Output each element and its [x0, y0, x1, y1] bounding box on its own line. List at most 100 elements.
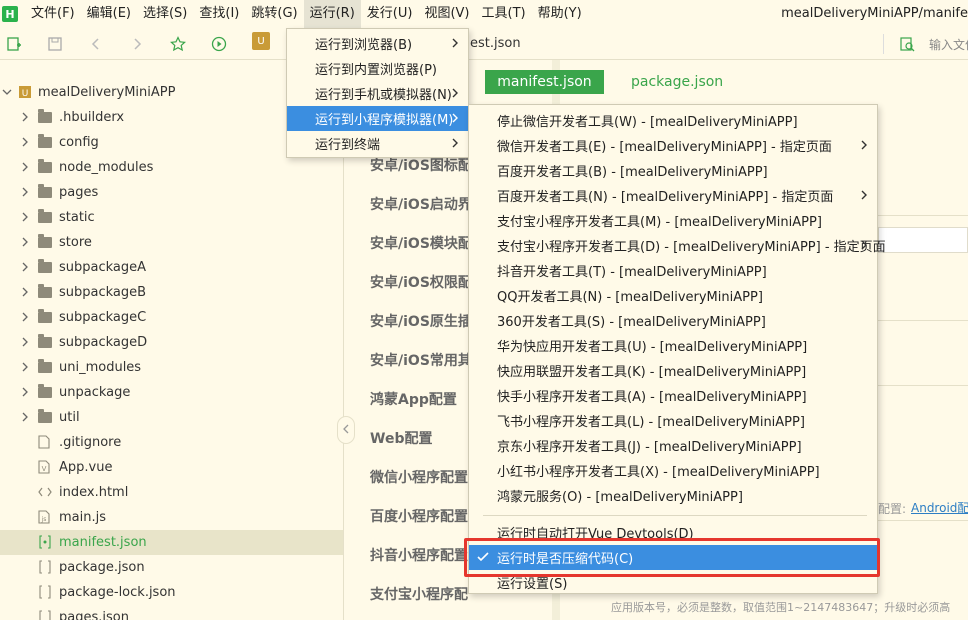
menu-find[interactable]: 查找(I) [193, 0, 245, 28]
tree-item-file[interactable]: package.json [0, 555, 343, 580]
chevron-right-icon[interactable] [20, 362, 30, 372]
menu-item-run-device[interactable]: 运行到手机或模拟器(N) [287, 81, 468, 106]
submenu-item[interactable]: 飞书小程序开发者工具(L) - [mealDeliveryMiniAPP] [469, 408, 877, 433]
tree-item-folder[interactable]: pages [0, 180, 343, 205]
editor-tab-label[interactable]: est.json [470, 36, 521, 51]
submenu-item[interactable]: 京东小程序开发者工具(J) - [mealDeliveryMiniAPP] [469, 433, 877, 458]
menu-item-run-browser[interactable]: 运行到浏览器(B) [287, 31, 468, 56]
menu-item-label: 鸿蒙元服务(O) - [mealDeliveryMiniAPP] [497, 490, 743, 505]
settings-nav-item[interactable]: 抖音小程序配置 [370, 545, 468, 565]
tree-label: util [59, 410, 80, 425]
chevron-right-icon[interactable] [20, 137, 30, 147]
menu-tools[interactable]: 工具(T) [476, 0, 532, 28]
tree-item-file[interactable]: V App.vue [0, 455, 343, 480]
submenu-item[interactable]: QQ开发者工具(N) - [mealDeliveryMiniAPP] [469, 283, 877, 308]
chevron-right-icon[interactable] [20, 212, 30, 222]
tab-package-json[interactable]: package.json [631, 74, 723, 90]
tree-item-folder[interactable]: store [0, 230, 343, 255]
tree-label: package.json [59, 560, 145, 575]
submenu-item[interactable]: 支付宝小程序开发者工具(D) - [mealDeliveryMiniAPP] -… [469, 233, 886, 258]
submenu-item[interactable]: 百度开发者工具(N) - [mealDeliveryMiniAPP] - 指定页… [469, 183, 877, 208]
chevron-right-icon[interactable] [20, 162, 30, 172]
chevron-right-icon[interactable] [20, 387, 30, 397]
submenu-item[interactable]: 快应用联盟开发者工具(K) - [mealDeliveryMiniAPP] [469, 358, 877, 383]
chevron-right-icon[interactable] [20, 262, 30, 272]
tree-item-folder[interactable]: node_modules [0, 155, 343, 180]
tree-item-folder[interactable]: unpackage [0, 380, 343, 405]
submenu-item[interactable]: 鸿蒙元服务(O) - [mealDeliveryMiniAPP] [469, 483, 877, 508]
config-input[interactable] [878, 227, 968, 253]
submenu-item[interactable]: 百度开发者工具(B) - [mealDeliveryMiniAPP] [469, 158, 877, 183]
settings-nav-item[interactable]: 支付宝小程序配 [370, 584, 468, 604]
chevron-right-icon[interactable] [20, 412, 30, 422]
menu-publish[interactable]: 发行(U) [361, 0, 419, 28]
settings-nav-item[interactable]: 安卓/iOS模块配 [370, 233, 472, 253]
settings-nav-item[interactable]: 安卓/iOS权限配 [370, 272, 472, 292]
chevron-right-icon[interactable] [20, 112, 30, 122]
settings-nav-item[interactable]: 安卓/iOS启动界 [370, 194, 472, 214]
tree-item-folder[interactable]: subpackageC [0, 305, 343, 330]
menu-view[interactable]: 视图(V) [418, 0, 475, 28]
window-title: mealDeliveryMiniAPP/manife [781, 6, 968, 21]
chevron-right-icon[interactable] [20, 312, 30, 322]
tree-item-folder[interactable]: static [0, 205, 343, 230]
settings-nav-item[interactable]: Web配置 [370, 428, 432, 448]
chevron-right-icon[interactable] [20, 187, 30, 197]
chevron-down-icon[interactable] [2, 87, 12, 97]
run-icon[interactable] [209, 34, 229, 54]
menu-item-label: 运行到终端 [315, 138, 381, 153]
settings-nav-item[interactable]: 安卓/iOS原生插 [370, 311, 472, 331]
chevron-right-icon [450, 86, 460, 104]
menu-item-run-terminal[interactable]: 运行到终端 [287, 131, 468, 156]
tree-item-file[interactable]: index.html [0, 480, 343, 505]
submenu-item[interactable]: 抖音开发者工具(T) - [mealDeliveryMiniAPP] [469, 258, 877, 283]
menu-item-label: 小红书小程序开发者工具(X) - [mealDeliveryMiniAPP] [497, 465, 820, 480]
menu-item-run-miniprogram[interactable]: 运行到小程序模拟器(M) [287, 106, 468, 131]
tab-manifest-json[interactable]: manifest.json [485, 70, 604, 94]
menu-item-run-builtin-browser[interactable]: 运行到内置浏览器(P) [287, 56, 468, 81]
toolbar-separator [883, 34, 884, 54]
menu-edit[interactable]: 编辑(E) [81, 0, 137, 28]
chevron-right-icon[interactable] [20, 337, 30, 347]
tree-item-folder[interactable]: subpackageA [0, 255, 343, 280]
collapse-sidebar-button[interactable] [337, 416, 355, 444]
submenu-item[interactable]: 停止微信开发者工具(W) - [mealDeliveryMiniAPP] [469, 108, 877, 133]
menu-run[interactable]: 运行(R) [303, 0, 361, 28]
tree-item-file[interactable]: js main.js [0, 505, 343, 530]
submenu-item[interactable]: 360开发者工具(S) - [mealDeliveryMiniAPP] [469, 308, 877, 333]
submenu-item[interactable]: 小红书小程序开发者工具(X) - [mealDeliveryMiniAPP] [469, 458, 877, 483]
back-icon[interactable] [86, 34, 106, 54]
settings-nav-item[interactable]: 百度小程序配置 [370, 506, 468, 526]
menu-goto[interactable]: 跳转(G) [245, 0, 303, 28]
new-file-icon[interactable] [4, 34, 24, 54]
chevron-right-icon[interactable] [20, 237, 30, 247]
menu-file[interactable]: 文件(F) [25, 0, 81, 28]
submenu-item[interactable]: 微信开发者工具(E) - [mealDeliveryMiniAPP] - 指定页… [469, 133, 877, 158]
menu-select[interactable]: 选择(S) [137, 0, 193, 28]
menu-help[interactable]: 帮助(Y) [532, 0, 588, 28]
star-icon[interactable] [168, 34, 188, 54]
chevron-right-icon[interactable] [20, 287, 30, 297]
submenu-item[interactable]: 支付宝小程序开发者工具(M) - [mealDeliveryMiniAPP] [469, 208, 877, 233]
submenu-item[interactable]: 华为快应用开发者工具(U) - [mealDeliveryMiniAPP] [469, 333, 877, 358]
tree-item-folder[interactable]: util [0, 405, 343, 430]
tree-item-file-selected[interactable]: manifest.json [0, 530, 343, 555]
tree-item-file[interactable]: .gitignore [0, 430, 343, 455]
tree-item-file[interactable]: pages.json [0, 605, 343, 620]
folder-icon [38, 259, 54, 275]
tree-item-folder[interactable]: uni_modules [0, 355, 343, 380]
file-search-input[interactable]: 输入文件 [929, 36, 968, 53]
settings-nav-item[interactable]: 安卓/iOS图标配 [370, 155, 472, 175]
android-config-link[interactable]: Android配 [911, 499, 968, 516]
tree-item-folder[interactable]: subpackageD [0, 330, 343, 355]
tree-item-file[interactable]: package-lock.json [0, 580, 343, 605]
submenu-item[interactable]: 快手小程序开发者工具(A) - [mealDeliveryMiniAPP] [469, 383, 877, 408]
tree-item-folder[interactable]: subpackageB [0, 280, 343, 305]
settings-nav-item[interactable]: 安卓/iOS常用其 [370, 350, 472, 370]
settings-nav-item[interactable]: 鸿蒙App配置 [370, 389, 457, 409]
forward-icon[interactable] [127, 34, 147, 54]
save-icon[interactable] [45, 34, 65, 54]
settings-nav-item[interactable]: 微信小程序配置 [370, 467, 468, 487]
file-icon [38, 435, 54, 449]
search-file-icon[interactable] [897, 34, 917, 54]
